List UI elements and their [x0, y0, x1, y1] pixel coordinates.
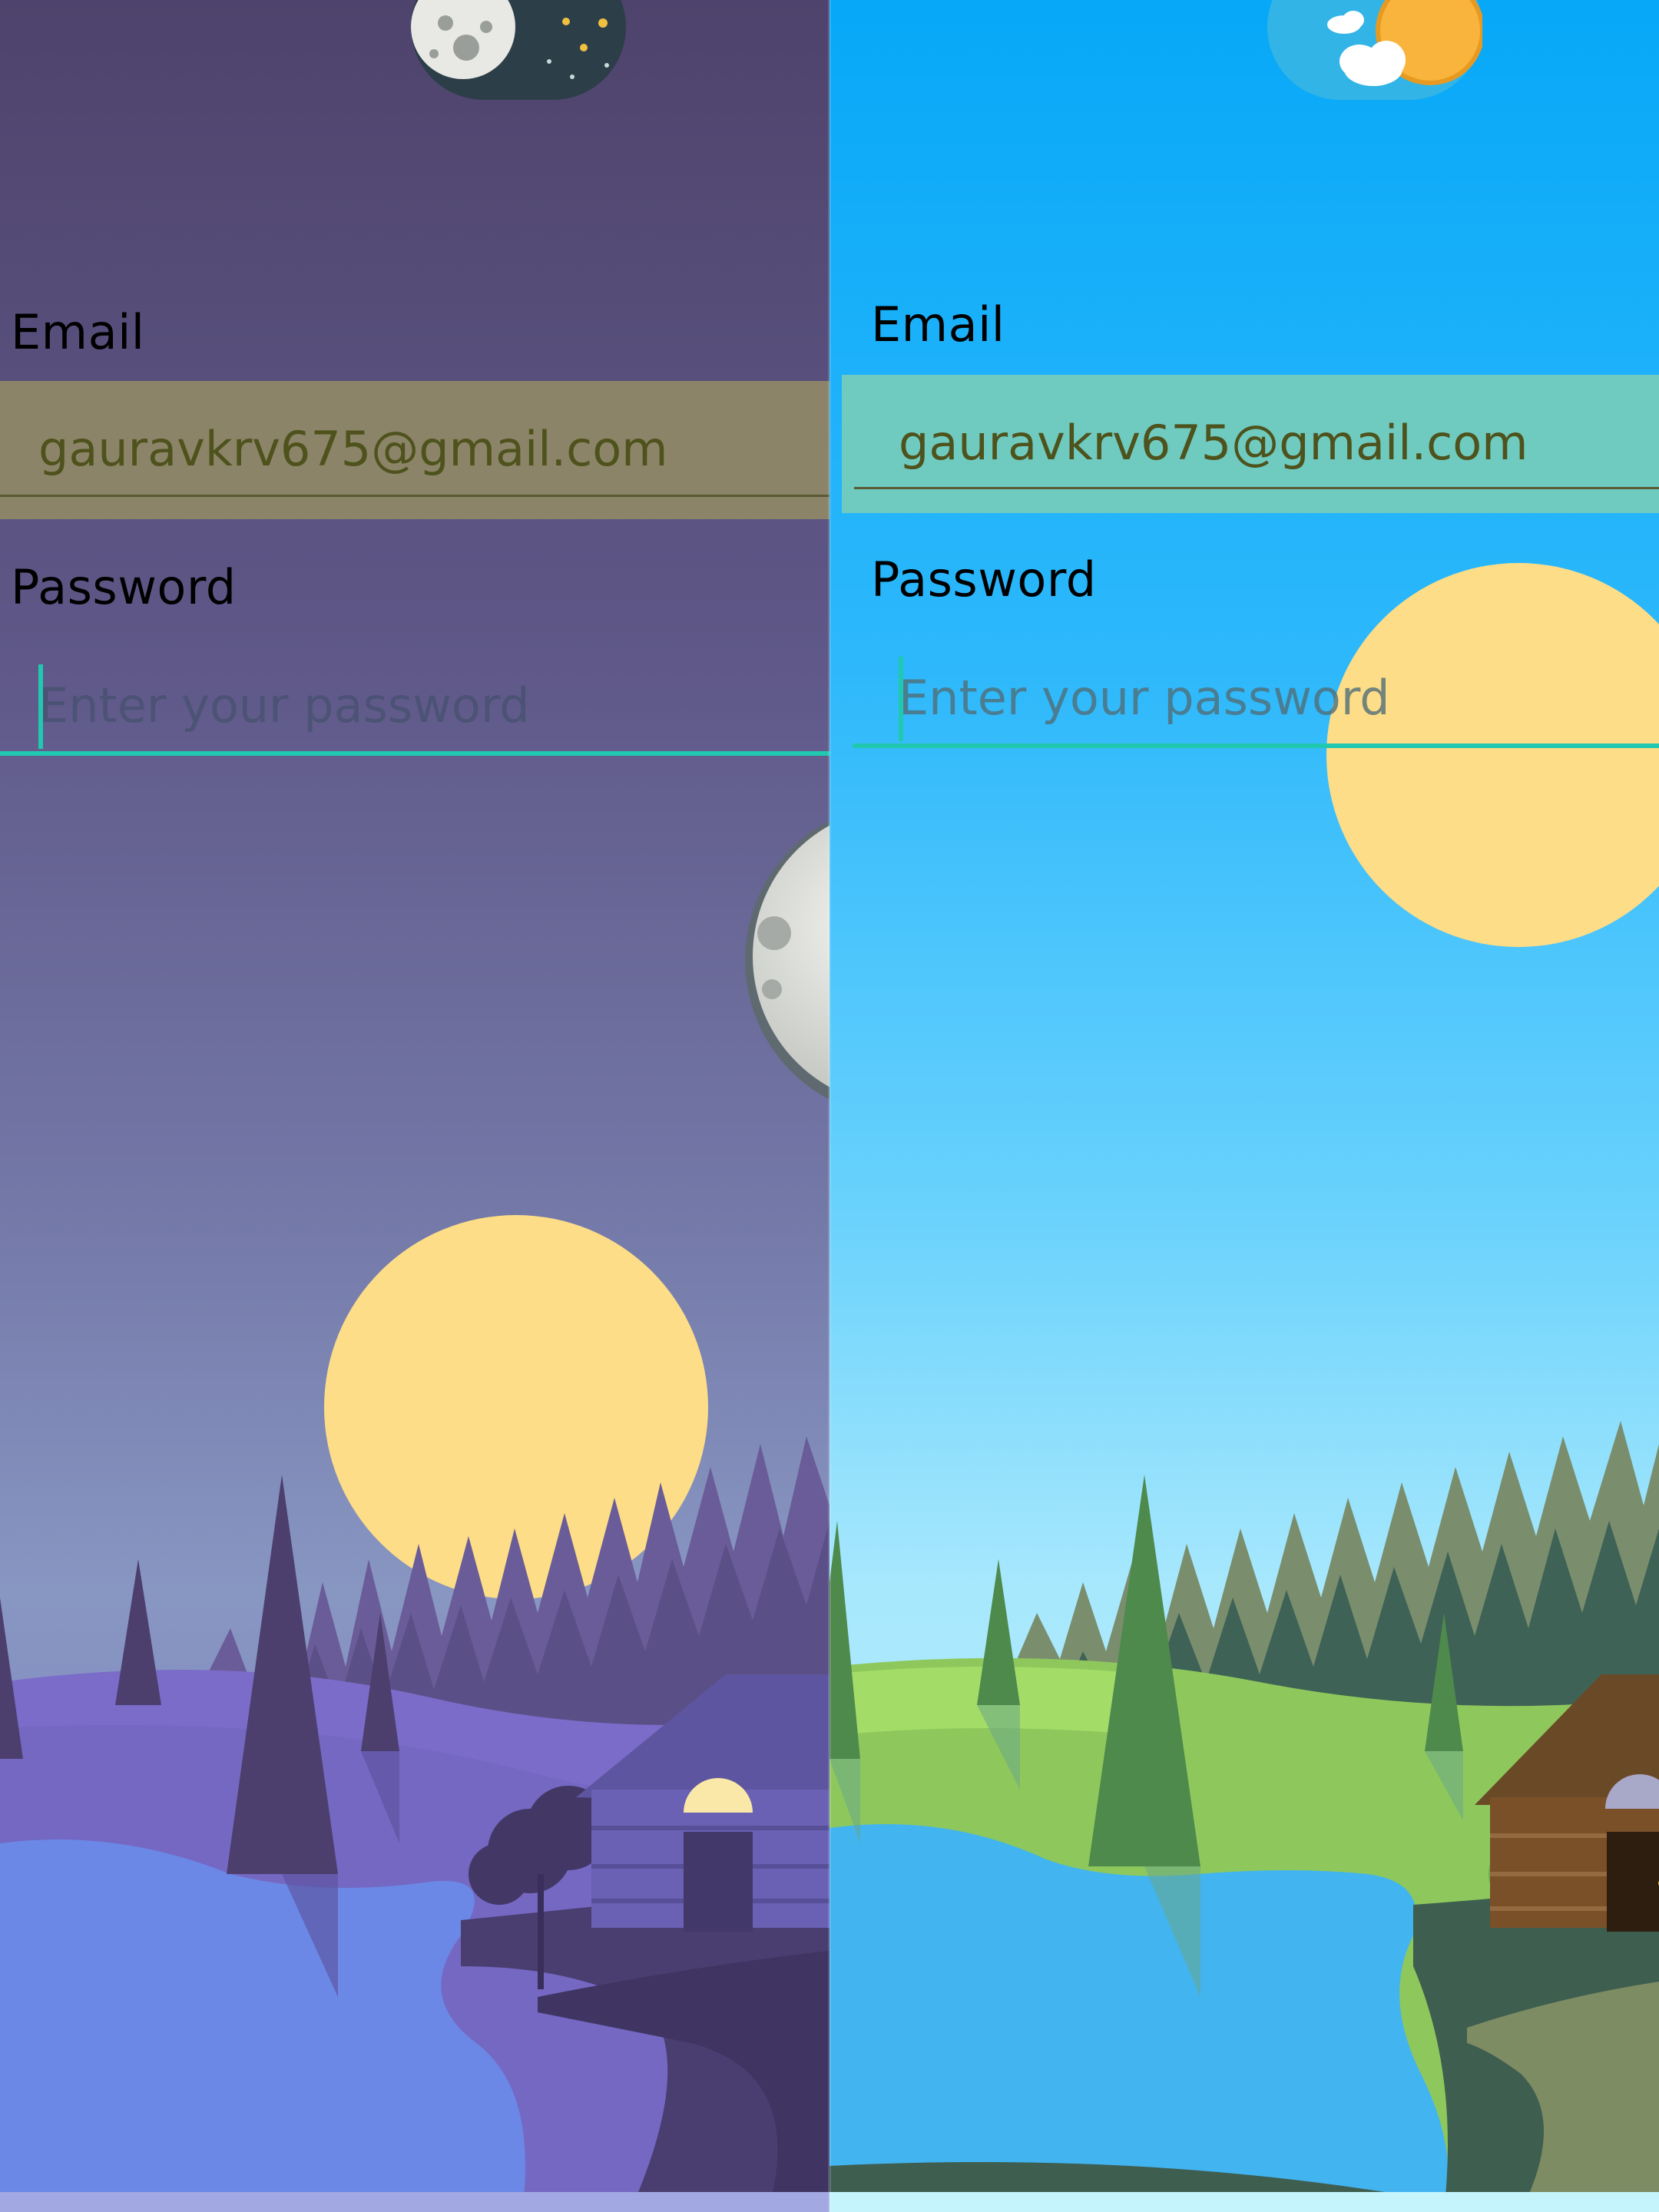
day-theme-screen: Email gauravkrv675@gmail.com Password En… — [830, 0, 1659, 2212]
email-value: gauravkrv675@gmail.com — [899, 415, 1528, 471]
password-input[interactable]: Enter your password — [0, 645, 830, 760]
theme-toggle[interactable] — [411, 0, 626, 100]
theme-toggle[interactable] — [1267, 0, 1485, 100]
email-underline — [854, 487, 1659, 489]
email-underline — [0, 495, 830, 497]
screen-divider — [828, 0, 831, 2212]
password-label: Password — [871, 551, 1097, 608]
password-placeholder: Enter your password — [38, 677, 530, 733]
password-label: Password — [11, 559, 237, 615]
moon-icon — [745, 820, 830, 1100]
sun-icon — [1327, 0, 1485, 86]
bottom-edge — [830, 2192, 1659, 2212]
password-focus-underline — [0, 751, 830, 756]
moon-icon — [411, 0, 609, 79]
password-focus-underline — [853, 743, 1659, 748]
email-label: Email — [871, 296, 1005, 353]
email-value: gauravkrv675@gmail.com — [38, 421, 668, 477]
password-placeholder: Enter your password — [899, 670, 1390, 726]
night-theme-screen: Email gauravkrv675@gmail.com Password En… — [0, 0, 830, 2212]
password-input[interactable]: Enter your password — [853, 637, 1659, 753]
bottom-edge — [0, 2192, 830, 2212]
email-input[interactable]: gauravkrv675@gmail.com — [842, 375, 1659, 513]
email-label: Email — [11, 304, 145, 360]
email-input[interactable]: gauravkrv675@gmail.com — [0, 381, 830, 519]
